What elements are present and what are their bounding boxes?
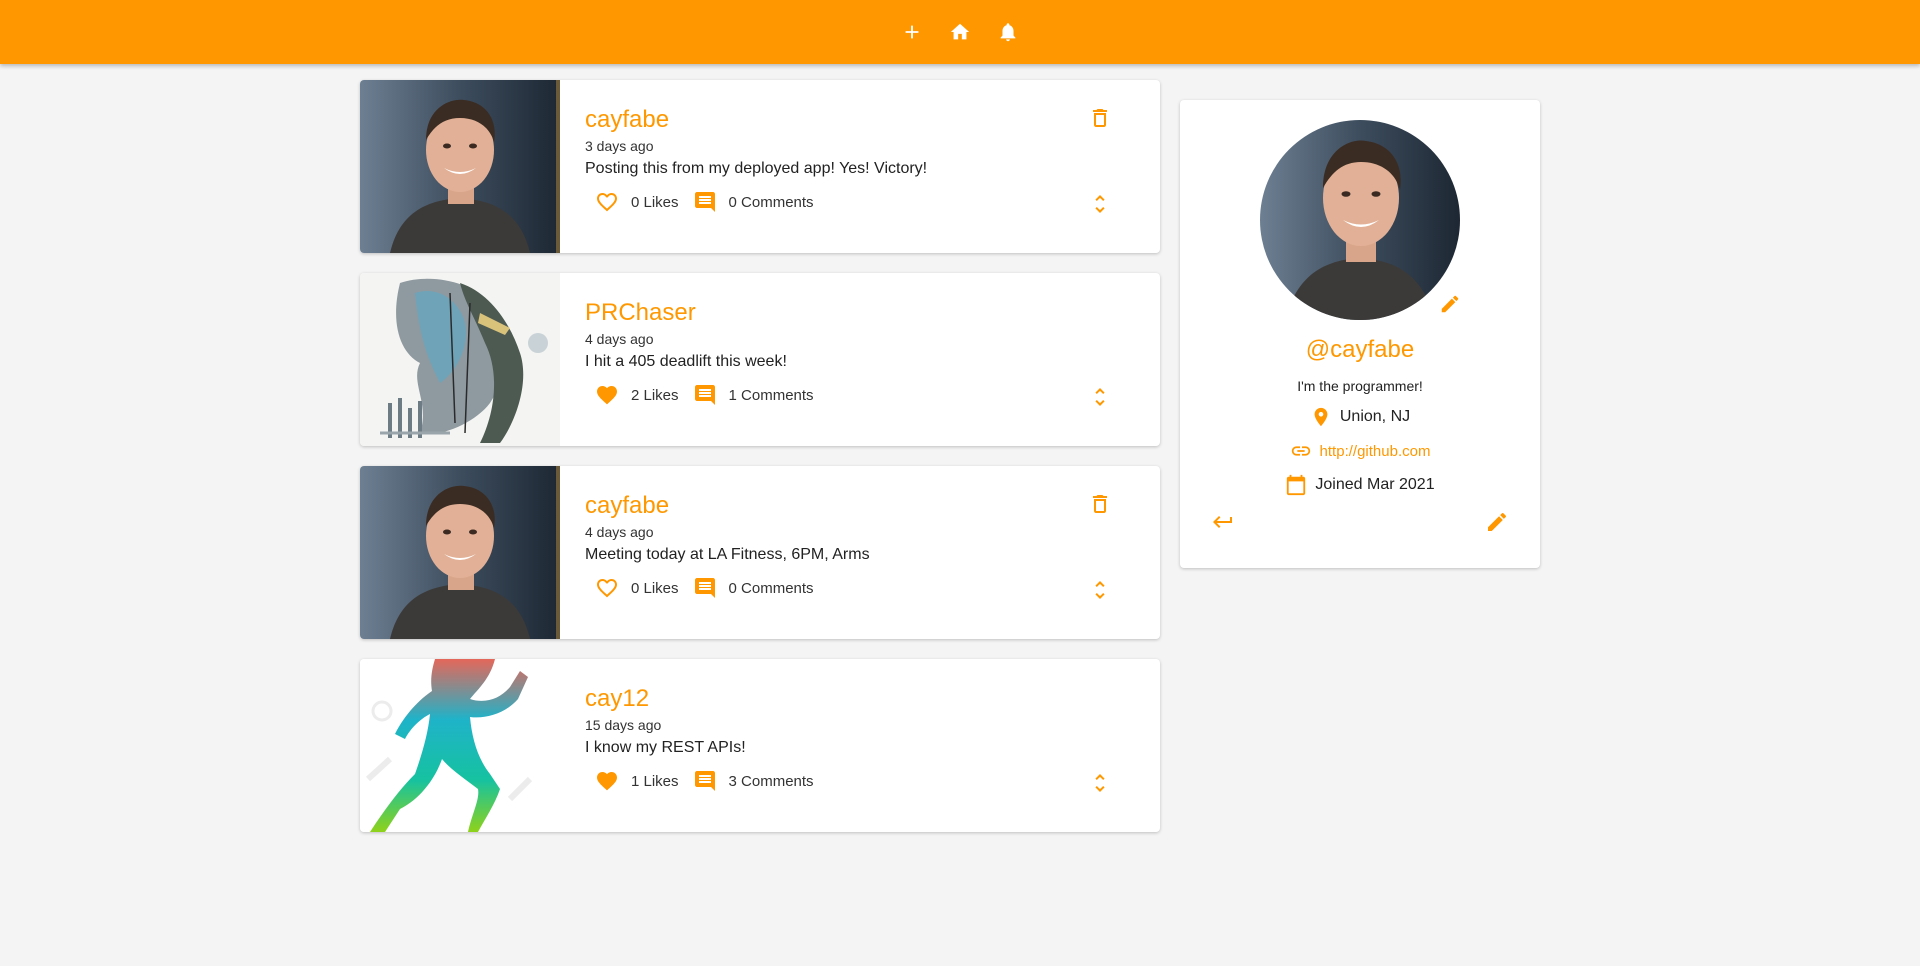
likes-count: 2 Likes [631, 386, 679, 404]
man-portrait-image [360, 80, 560, 253]
bell-icon [1000, 23, 1016, 42]
post-actions: 2 Likes 1 Comments [595, 383, 1160, 407]
profile-card: @cayfabe I'm the programmer! Union, NJ h… [1180, 100, 1540, 568]
likes-count: 1 Likes [631, 772, 679, 790]
post-author-link[interactable]: cayfabe [585, 492, 669, 520]
unfold-more-icon [1095, 195, 1105, 213]
post-text: Posting this from my deployed app! Yes! … [585, 160, 928, 177]
profile-avatar-wrap [1260, 120, 1460, 320]
comments-count: 0 Comments [728, 193, 814, 211]
comment-icon [694, 385, 715, 405]
delete-post-button[interactable] [1088, 492, 1114, 518]
comment-icon [694, 192, 715, 212]
profile-avatar-image [1260, 120, 1460, 320]
post-actions: 0 Likes 0 Comments [595, 190, 1160, 214]
post-card: cayfabe 4 days ago Meeting today at LA F… [360, 466, 1160, 639]
post-author-link[interactable]: cay12 [585, 685, 649, 713]
keyboard-return-icon [1213, 516, 1232, 528]
heart-filled-icon [597, 772, 617, 791]
profile-bio: I'm the programmer! [1297, 378, 1423, 394]
post-body: cayfabe 4 days ago Meeting today at LA F… [560, 466, 1160, 639]
profile-actions [1210, 510, 1510, 536]
post-timestamp: 4 days ago [585, 524, 654, 540]
post-card: cayfabe 3 days ago Posting this from my … [360, 80, 1160, 253]
man-portrait-image [360, 466, 560, 639]
comments-button[interactable] [693, 190, 717, 214]
link-icon [1291, 446, 1310, 456]
trash-icon [1093, 495, 1107, 513]
comments-button[interactable] [693, 769, 717, 793]
comments-count: 1 Comments [728, 386, 814, 404]
post-image [360, 466, 560, 639]
post-image [360, 273, 560, 446]
notifications-button[interactable] [991, 15, 1025, 49]
like-button[interactable] [595, 383, 619, 407]
delete-post-button[interactable] [1088, 106, 1114, 132]
calendar-icon [1287, 474, 1306, 496]
comment-icon [694, 578, 715, 598]
plus-icon [905, 25, 919, 39]
pencil-icon [1488, 512, 1507, 531]
heart-filled-icon [597, 386, 617, 405]
comments-button[interactable] [693, 576, 717, 600]
expand-post-button[interactable] [1088, 771, 1114, 797]
comments-count: 3 Comments [728, 772, 814, 790]
profile-location-row: Union, NJ [1180, 406, 1540, 428]
logout-button[interactable] [1210, 510, 1236, 536]
likes-count: 0 Likes [631, 579, 679, 597]
heart-outline-icon [597, 579, 617, 598]
unfold-more-icon [1095, 774, 1105, 792]
heart-outline-icon [597, 193, 617, 212]
runner-silhouette-image [360, 659, 560, 832]
like-button[interactable] [595, 576, 619, 600]
post-text: Meeting today at LA Fitness, 6PM, Arms [585, 546, 870, 563]
likes-count: 0 Likes [631, 193, 679, 211]
profile-website-row: http://github.com [1180, 440, 1540, 462]
post-body: cayfabe 3 days ago Posting this from my … [560, 80, 1160, 253]
edit-profile-button[interactable] [1484, 510, 1510, 536]
post-image [360, 80, 560, 253]
unfold-more-icon [1095, 388, 1105, 406]
expand-post-button[interactable] [1088, 192, 1114, 218]
profile-website-link[interactable]: http://github.com [1320, 443, 1431, 460]
unfold-more-icon [1095, 581, 1105, 599]
home-button[interactable] [943, 15, 977, 49]
avatar [1260, 120, 1460, 320]
profile-location: Union, NJ [1339, 408, 1411, 425]
post-timestamp: 3 days ago [585, 138, 654, 154]
post-card: PRChaser 4 days ago I hit a 405 deadlift… [360, 273, 1160, 446]
edit-avatar-button[interactable] [1438, 293, 1462, 317]
post-text: I hit a 405 deadlift this week! [585, 353, 787, 370]
home-icon [950, 23, 970, 40]
post-feed: cayfabe 3 days ago Posting this from my … [360, 80, 1160, 852]
post-author-link[interactable]: cayfabe [585, 106, 669, 134]
profile-joined: Joined Mar 2021 [1315, 476, 1435, 493]
post-text: I know my REST APIs! [585, 739, 746, 756]
profile-handle-link[interactable]: @cayfabe [1306, 336, 1414, 364]
comment-icon [694, 771, 715, 791]
trash-icon [1093, 109, 1107, 127]
post-actions: 1 Likes 3 Comments [595, 769, 1160, 793]
post-timestamp: 15 days ago [585, 717, 662, 733]
post-body: cay12 15 days ago I know my REST APIs! 1… [560, 659, 1160, 832]
comments-count: 0 Comments [728, 579, 814, 597]
expand-post-button[interactable] [1088, 578, 1114, 604]
comments-button[interactable] [693, 383, 717, 407]
post-actions: 0 Likes 0 Comments [595, 576, 1160, 600]
add-post-button[interactable] [895, 15, 929, 49]
like-button[interactable] [595, 190, 619, 214]
post-author-link[interactable]: PRChaser [585, 299, 696, 327]
app-bar [0, 0, 1920, 64]
post-card: cay12 15 days ago I know my REST APIs! 1… [360, 659, 1160, 832]
post-body: PRChaser 4 days ago I hit a 405 deadlift… [560, 273, 1160, 446]
profile-joined-row: Joined Mar 2021 [1180, 474, 1540, 496]
like-button[interactable] [595, 769, 619, 793]
location-pin-icon [1314, 407, 1328, 427]
post-image [360, 659, 560, 832]
illustrated-character-image [360, 273, 560, 446]
expand-post-button[interactable] [1088, 385, 1114, 411]
pencil-icon [1441, 295, 1459, 313]
post-timestamp: 4 days ago [585, 331, 654, 347]
